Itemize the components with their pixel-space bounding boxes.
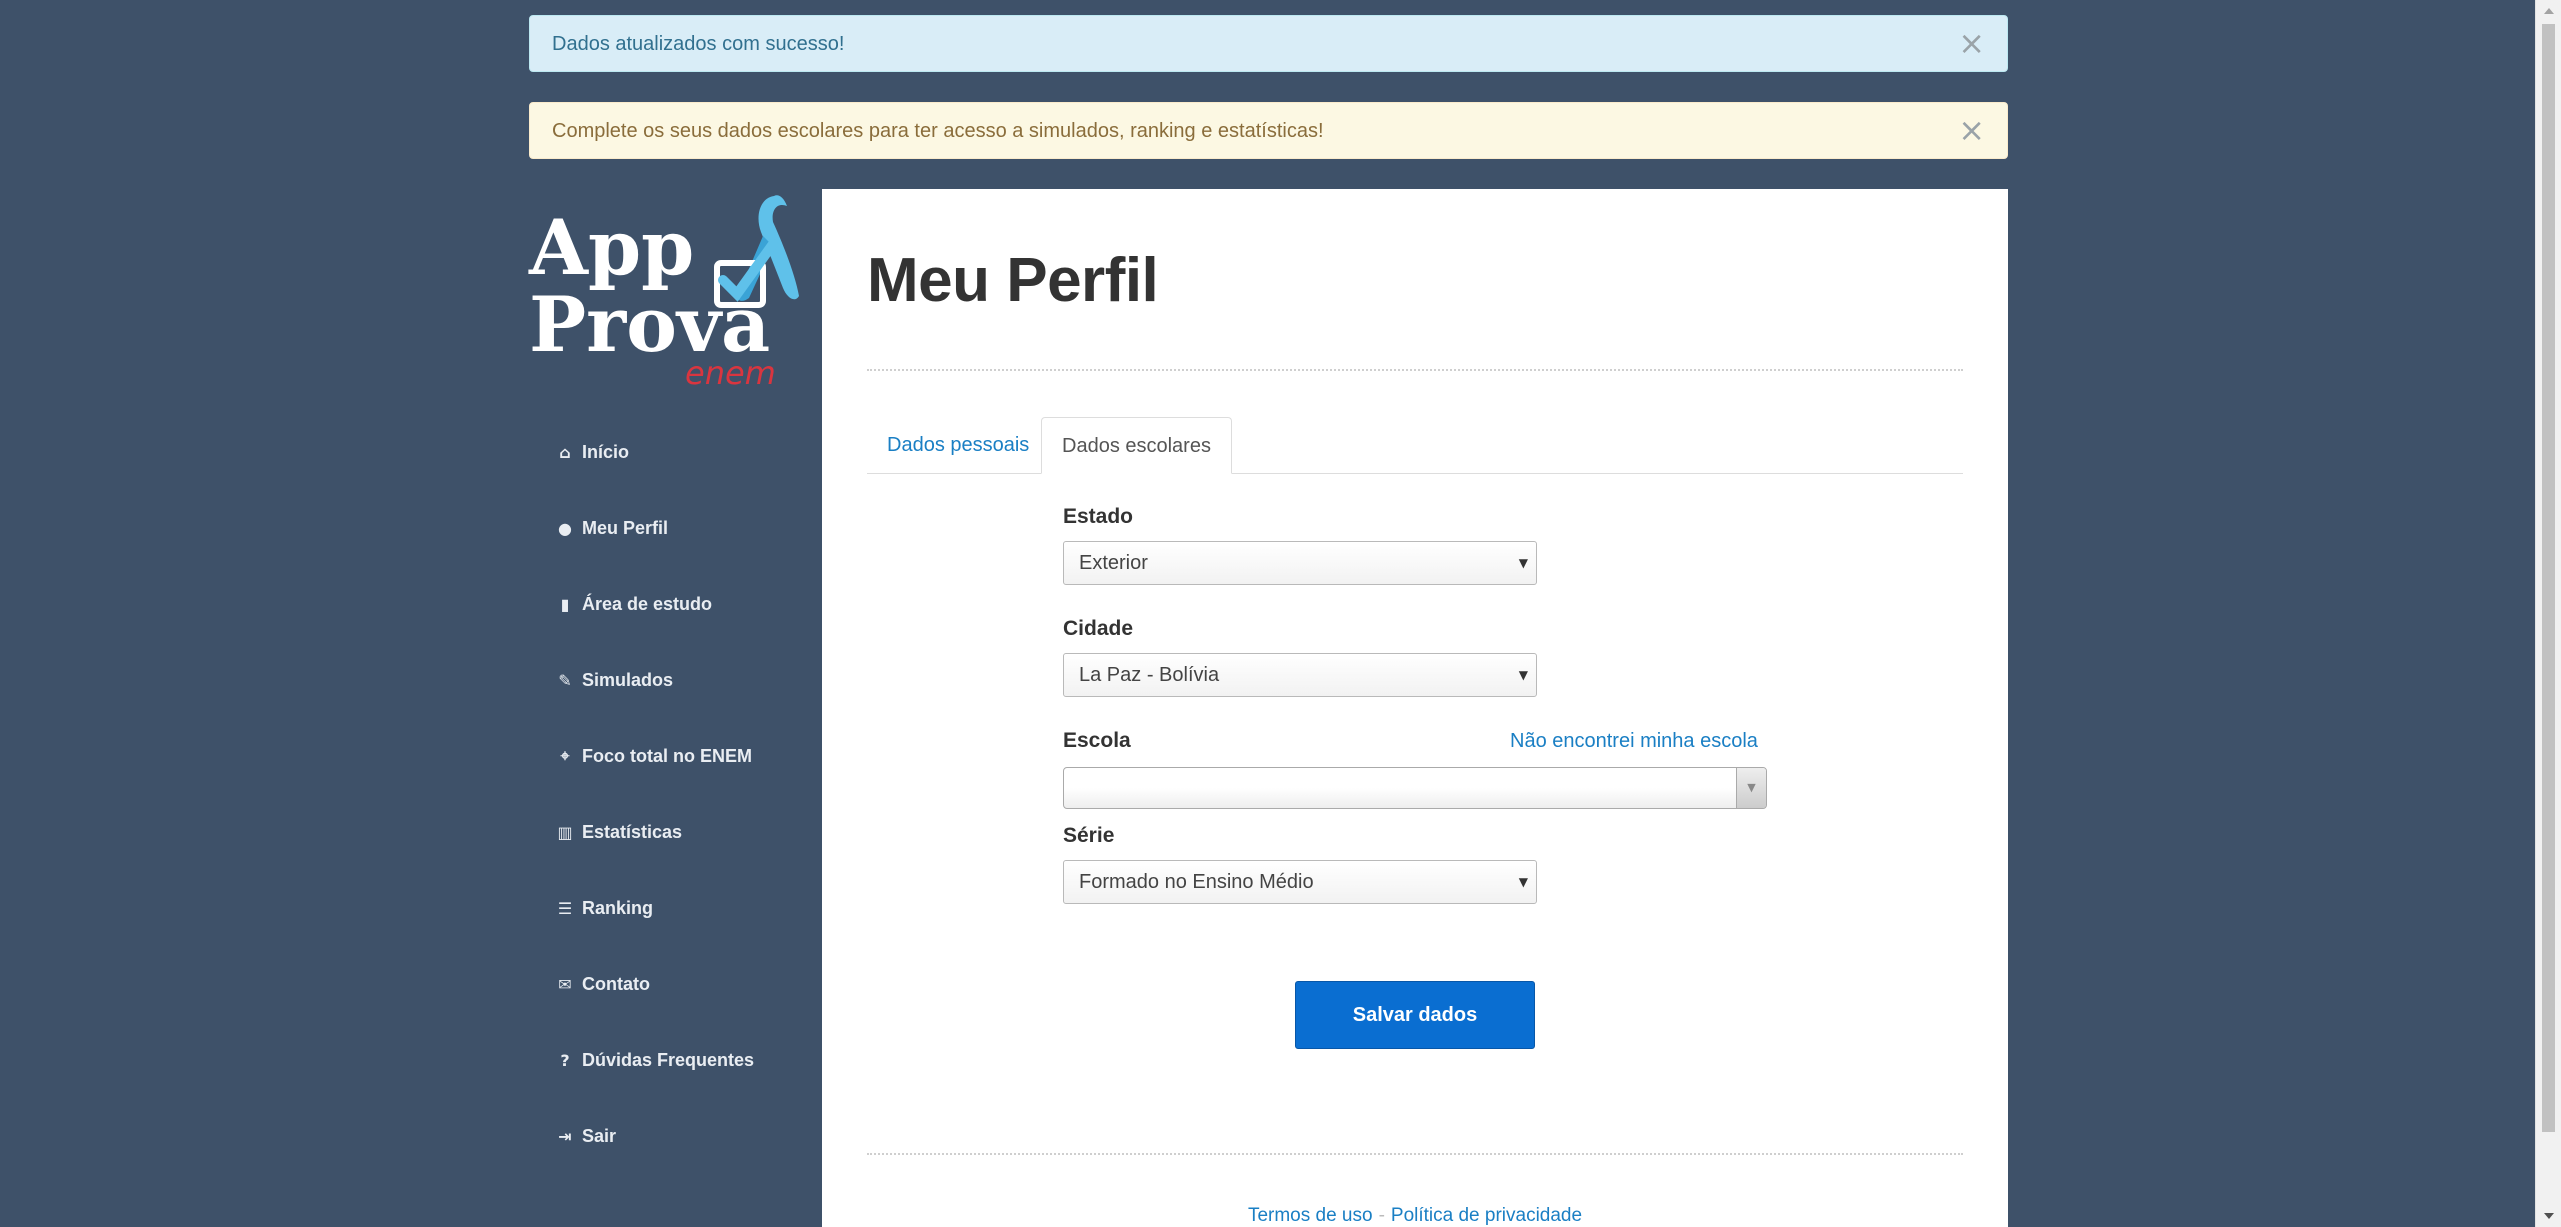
warning-alert-text: Complete os seus dados escolares para te… [552,120,1324,142]
sidebar-item-label: Ranking [582,897,654,918]
question-circle-icon: ? [560,1050,570,1070]
sidebar-item-duvidas-frequentes[interactable]: ? Dúvidas Frequentes [556,1022,816,1098]
logo-text-enem: enem [685,354,776,388]
success-alert: Dados atualizados com sucesso! × [529,15,2008,72]
main-panel: Meu Perfil Dados pessoais Dados escolare… [822,189,2008,1227]
estado-label: Estado [1063,505,1134,528]
logo-text-app: App [528,203,694,292]
chevron-down-icon: ▼ [1518,875,1528,889]
sidebar-item-label: Estatísticas [582,821,683,842]
sign-out-icon: ⇥ [558,1126,572,1146]
page-title: Meu Perfil [867,246,1159,315]
logo-graphic: App Prova enem [528,195,799,392]
close-warning-alert-icon[interactable]: × [1958,103,1985,158]
footer-separator: - [1378,1205,1385,1226]
sidebar-item-label: Sair [582,1125,617,1146]
sidebar-item-contato[interactable]: ✉ Contato [556,946,816,1022]
sidebar-item-label: Área de estudo [582,593,713,614]
sidebar-item-label: Foco total no ENEM [582,745,752,766]
envelope-icon: ✉ [558,974,572,994]
sidebar-item-inicio[interactable]: ⌂ Início [556,414,816,490]
scrollbar-thumb[interactable] [2542,24,2555,1132]
serie-select-value: Formado no Ensino Médio [1079,871,1314,893]
divider-bottom [867,1153,1963,1155]
privacy-link[interactable]: Política de privacidade [1391,1205,1582,1226]
sidebar-item-label: Início [582,441,630,462]
crosshairs-icon: ⌖ [560,746,570,765]
serie-select[interactable]: Formado no Ensino Médio ▼ [1063,860,1537,904]
close-success-alert-icon[interactable]: × [1958,16,1985,71]
chevron-down-icon: ▼ [1736,768,1766,808]
book-icon: ▮ [560,594,570,614]
save-button[interactable]: Salvar dados [1295,981,1535,1049]
sidebar-item-sair[interactable]: ⇥ Sair [556,1098,816,1174]
sidebar-item-ranking[interactable]: ☰ Ranking [556,870,816,946]
scroll-down-icon[interactable] [2544,1213,2554,1219]
sidebar-item-label: Dúvidas Frequentes [582,1049,755,1070]
success-alert-text: Dados atualizados com sucesso! [552,33,845,55]
serie-label: Série [1063,824,1115,847]
sidebar-item-estatisticas[interactable]: ▥ Estatísticas [556,794,816,870]
sidebar-nav: ⌂ Início ● Meu Perfil ▮ Área de estudo ✎ Sim… [556,414,816,1174]
tab-dados-escolares[interactable]: Dados escolares [1041,417,1232,474]
sidebar-item-label: Meu Perfil [582,517,669,538]
sidebar-item-foco-total[interactable]: ⌖ Foco total no ENEM [556,718,816,794]
sidebar-item-label: Contato [582,973,650,994]
escola-select[interactable]: ▼ [1063,767,1767,809]
terms-link[interactable]: Termos de uso [1248,1205,1373,1226]
cidade-select-value: La Paz - Bolívia [1079,664,1220,686]
bar-chart-icon: ▥ [557,822,573,842]
escola-label: Escola [1063,729,1131,752]
profile-tabs: Dados pessoais Dados escolares [867,417,1963,474]
divider-top [867,369,1963,371]
warning-alert: Complete os seus dados escolares para te… [529,102,2008,159]
estado-select[interactable]: Exterior ▼ [1063,541,1537,585]
page-scrollbar[interactable] [2535,0,2561,1227]
footer: Termos de uso - Política de privacidade [822,1205,2008,1227]
user-icon: ● [558,518,572,538]
app-prova-logo[interactable]: App Prova enem [527,188,802,392]
list-ol-icon: ☰ [557,898,573,918]
estado-select-value: Exterior [1079,552,1148,574]
cidade-label: Cidade [1063,617,1134,640]
cidade-select[interactable]: La Paz - Bolívia ▼ [1063,653,1537,697]
home-icon: ⌂ [559,442,571,462]
tab-dados-pessoais[interactable]: Dados pessoais [867,417,1049,474]
chevron-down-icon: ▼ [1518,556,1528,570]
sidebar-item-simulados[interactable]: ✎ Simulados [556,642,816,718]
sidebar-item-meu-perfil[interactable]: ● Meu Perfil [556,490,816,566]
nao-encontrei-escola-link[interactable]: Não encontrei minha escola [1510,730,1758,753]
pencil-icon: ✎ [558,670,572,690]
sidebar-item-label: Simulados [582,669,674,690]
scroll-up-icon[interactable] [2544,8,2554,14]
chevron-down-icon: ▼ [1518,668,1528,682]
sidebar-item-area-de-estudo[interactable]: ▮ Área de estudo [556,566,816,642]
